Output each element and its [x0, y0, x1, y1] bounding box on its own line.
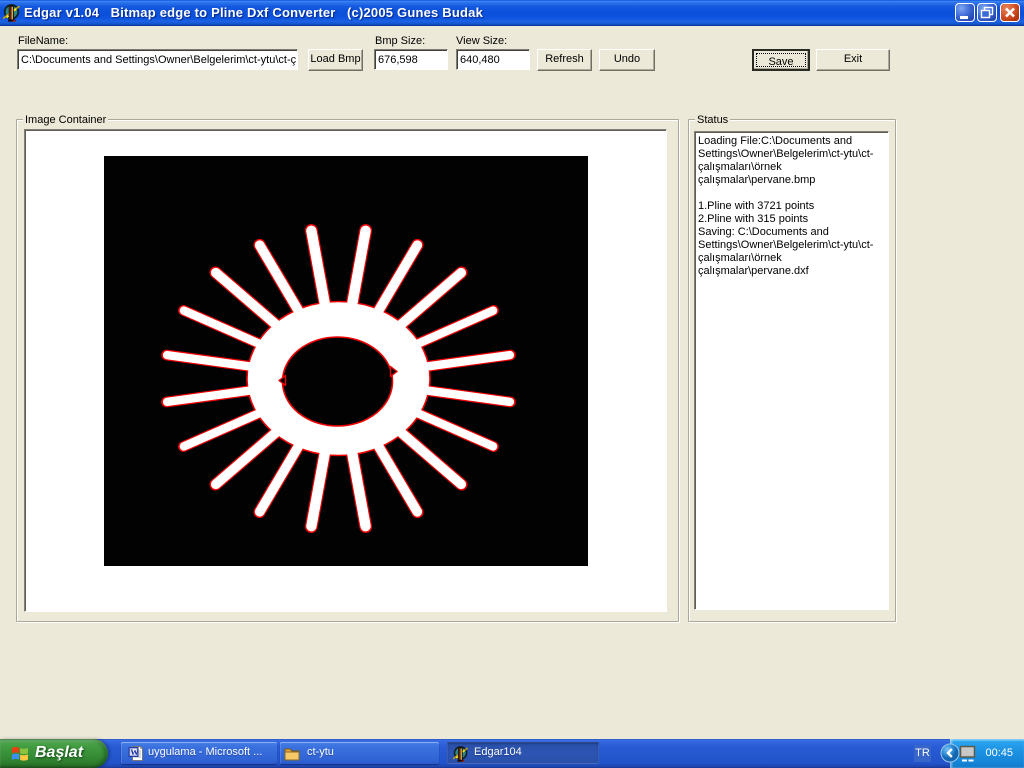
svg-text:W: W [130, 747, 139, 757]
